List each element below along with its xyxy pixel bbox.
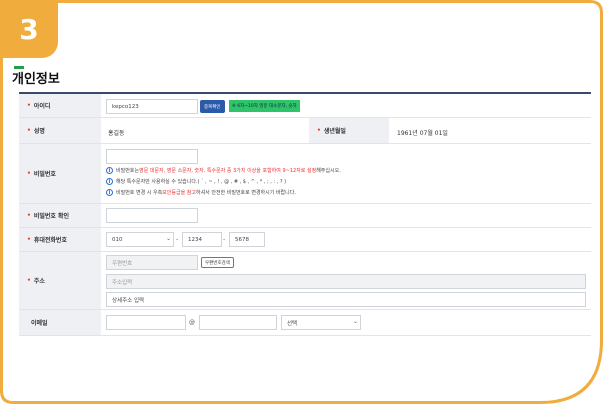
dash-1: - [176, 236, 179, 243]
address-input[interactable]: 주소입력 [106, 274, 586, 289]
email-domain-input[interactable] [199, 315, 277, 330]
label-email-text: 이메일 [31, 320, 48, 327]
email-id-input[interactable] [106, 315, 186, 330]
required-marker: • [27, 102, 31, 109]
required-marker: • [27, 236, 31, 243]
info-icon: i [106, 167, 113, 174]
address-detail-input[interactable]: 상세주소 입력 [106, 292, 586, 307]
label-birth: • 생년월일 [309, 118, 389, 143]
required-marker: • [27, 127, 31, 134]
mobile-last-input[interactable]: 5678 [229, 232, 265, 247]
required-marker: • [27, 277, 31, 284]
hint3-post: 하셔서 안전한 비밀번호로 변경하시기 바랍니다. [195, 190, 296, 196]
label-address-text: 주소 [33, 278, 45, 285]
mobile-prefix-select[interactable]: 010 [106, 232, 174, 247]
name-value: 홍길동 [108, 130, 125, 137]
label-address: • 주소 [19, 252, 101, 309]
hint1-post: 해주십시오. [316, 168, 341, 174]
required-marker: • [317, 127, 321, 134]
hint3-pre: 비밀번호 변경 시 우측 [116, 190, 163, 196]
info-icon: i [106, 178, 113, 185]
required-marker: • [27, 170, 31, 177]
label-password: • 비밀번호 [19, 144, 101, 203]
zipcode-search-button[interactable]: 우편번호검색 [201, 257, 234, 268]
mobile-prefix-value: 010 [112, 236, 123, 243]
hint3-red: 보안등급을 참고 [162, 190, 196, 196]
hint2-text: 해당 특수문자만 사용하실 수 있습니다.( ` , ~ , ! , @ , #… [116, 179, 287, 185]
row-email: 이메일 @ 선택 ⌄ [19, 310, 591, 336]
section-title: 개인정보 [12, 72, 60, 87]
label-mobile-text: 휴대전화번호 [33, 237, 67, 244]
email-at-sign: @ [189, 319, 195, 326]
label-id: • 아이디 [19, 94, 101, 117]
label-birth-text: 생년월일 [323, 128, 346, 135]
chevron-down-icon: ⌄ [353, 318, 359, 325]
hint1-red: 영문 대문자, 영문 소문자, 숫자, 특수문자 중 3가지 이상을 포함하여 … [139, 168, 317, 174]
step-number-badge: 3 [0, 0, 58, 58]
chevron-down-icon: ⌄ [166, 235, 172, 242]
email-domain-select[interactable]: 선택 [281, 315, 361, 330]
row-mobile: • 휴대전화번호 010 ⌄ - 1234 - 5678 [19, 228, 591, 252]
required-marker: • [27, 212, 31, 219]
password-input[interactable] [106, 149, 198, 164]
password-hint-1: i 비밀번호는 영문 대문자, 영문 소문자, 숫자, 특수문자 중 3가지 이… [106, 167, 341, 174]
row-password-confirm: • 비밀번호 확인 [19, 204, 591, 228]
mobile-middle-input[interactable]: 1234 [182, 232, 222, 247]
label-email: 이메일 [19, 310, 101, 335]
duplicate-check-button[interactable]: 중복확인 [200, 100, 225, 113]
birth-value: 1961년 07월 01일 [397, 130, 448, 137]
label-mobile: • 휴대전화번호 [19, 228, 101, 251]
label-name-text: 성명 [33, 128, 45, 135]
step-number: 3 [19, 12, 39, 46]
info-icon: i [106, 189, 113, 196]
personal-info-form: • 아이디 kepco123 중복확인 ※ 6자~10자 영문 대소문자, 숫자 … [19, 92, 591, 336]
row-id: • 아이디 kepco123 중복확인 ※ 6자~10자 영문 대소문자, 숫자 [19, 94, 591, 118]
label-password-text: 비밀번호 [33, 171, 56, 178]
row-name: • 성명 홍길동 • 생년월일 1961년 07월 01일 [19, 118, 591, 144]
label-password-confirm: • 비밀번호 확인 [19, 204, 101, 227]
label-password-confirm-text: 비밀번호 확인 [33, 213, 70, 220]
label-name: • 성명 [19, 118, 101, 143]
id-rule-tag: ※ 6자~10자 영문 대소문자, 숫자 [229, 100, 300, 112]
zipcode-input[interactable]: 우편번호 [106, 255, 198, 270]
password-hint-2: i 해당 특수문자만 사용하실 수 있습니다.( ` , ~ , ! , @ ,… [106, 178, 286, 185]
password-confirm-input[interactable] [106, 208, 198, 223]
row-password: • 비밀번호 i 비밀번호는 영문 대문자, 영문 소문자, 숫자, 특수문자 중… [19, 144, 591, 204]
email-select-value: 선택 [287, 320, 298, 327]
password-hint-3: i 비밀번호 변경 시 우측 보안등급을 참고 하셔서 안전한 비밀번호로 변경… [106, 189, 296, 196]
row-address: • 주소 우편번호 우편번호검색 주소입력 상세주소 입력 [19, 252, 591, 310]
hint1-pre: 비밀번호는 [116, 168, 140, 174]
id-input[interactable]: kepco123 [106, 99, 198, 114]
dash-2: - [223, 236, 226, 243]
label-id-text: 아이디 [33, 103, 51, 110]
